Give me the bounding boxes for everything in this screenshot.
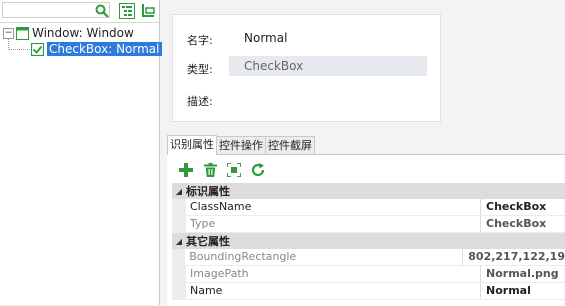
group-title: 标识属性 [186, 185, 230, 198]
property-grid: ◢ 标识属性 ClassName CheckBox Type CheckBox … [172, 183, 565, 300]
collapse-caret-icon[interactable]: ◢ [172, 187, 186, 196]
tab-control-actions[interactable]: 控件操作 [216, 136, 266, 154]
property-name: ClassName [186, 199, 481, 215]
checkbox-icon [30, 42, 45, 56]
element-info-card: 名字: Normal 类型: CheckBox 描述: [172, 14, 441, 122]
window-icon [16, 26, 29, 40]
property-row[interactable]: Type CheckBox [172, 216, 565, 233]
collapse-caret-icon[interactable]: ◢ [172, 237, 186, 246]
row-gutter [172, 216, 186, 232]
row-gutter [172, 283, 186, 299]
property-toolbar [177, 161, 267, 179]
tree-search-bar [0, 0, 159, 23]
type-label: 类型: [187, 63, 213, 76]
tree-node-checkbox[interactable]: CheckBox: Normal [30, 41, 162, 57]
property-row[interactable]: BoundingRectangle 802,217,122,19 [172, 249, 565, 266]
property-row[interactable]: ImagePath Normal.png [172, 266, 565, 283]
property-tabs: 识别属性 控件操作 控件截屏 [167, 135, 315, 155]
tree-node-window[interactable]: Window: Window [16, 25, 134, 41]
property-value[interactable]: CheckBox [481, 199, 565, 215]
row-gutter [172, 199, 186, 215]
name-value[interactable]: Normal [244, 31, 287, 45]
search-icon[interactable] [93, 2, 111, 20]
property-name: Type [186, 216, 481, 232]
delete-icon[interactable] [201, 161, 219, 179]
collapse-all-icon[interactable] [139, 2, 157, 20]
property-value[interactable]: Normal [481, 283, 565, 299]
group-title: 其它属性 [186, 235, 230, 248]
row-gutter [172, 266, 186, 282]
capture-region-icon[interactable] [225, 161, 243, 179]
property-row[interactable]: ClassName CheckBox [172, 199, 565, 216]
object-tree-panel: − Window: Window CheckBox: Normal [0, 0, 162, 305]
tab-identify-properties[interactable]: 识别属性 [167, 135, 217, 155]
group-header-identification[interactable]: ◢ 标识属性 [172, 183, 565, 199]
property-value[interactable]: CheckBox [481, 216, 565, 232]
add-icon[interactable] [177, 161, 195, 179]
expand-all-icon[interactable] [118, 2, 136, 20]
tree-connector-horizontal [8, 49, 30, 50]
property-row[interactable]: Name Normal [172, 283, 565, 300]
group-header-other[interactable]: ◢ 其它属性 [172, 233, 565, 249]
name-label: 名字: [187, 34, 213, 47]
description-label: 描述: [187, 95, 213, 108]
tree-node-label-selected: CheckBox: Normal [47, 42, 162, 56]
tab-content-panel: ◢ 标识属性 ClassName CheckBox Type CheckBox … [167, 154, 565, 306]
type-field: CheckBox [229, 56, 427, 76]
tab-control-screenshot[interactable]: 控件截屏 [265, 136, 315, 154]
property-name: Name [186, 283, 481, 299]
row-gutter [172, 249, 186, 265]
property-value[interactable]: Normal.png [481, 266, 565, 282]
tree-node-label: Window: Window [32, 26, 134, 40]
refresh-icon[interactable] [249, 161, 267, 179]
property-name: ImagePath [186, 266, 481, 282]
property-name: BoundingRectangle [185, 249, 464, 265]
property-value[interactable]: 802,217,122,19 [463, 249, 565, 265]
